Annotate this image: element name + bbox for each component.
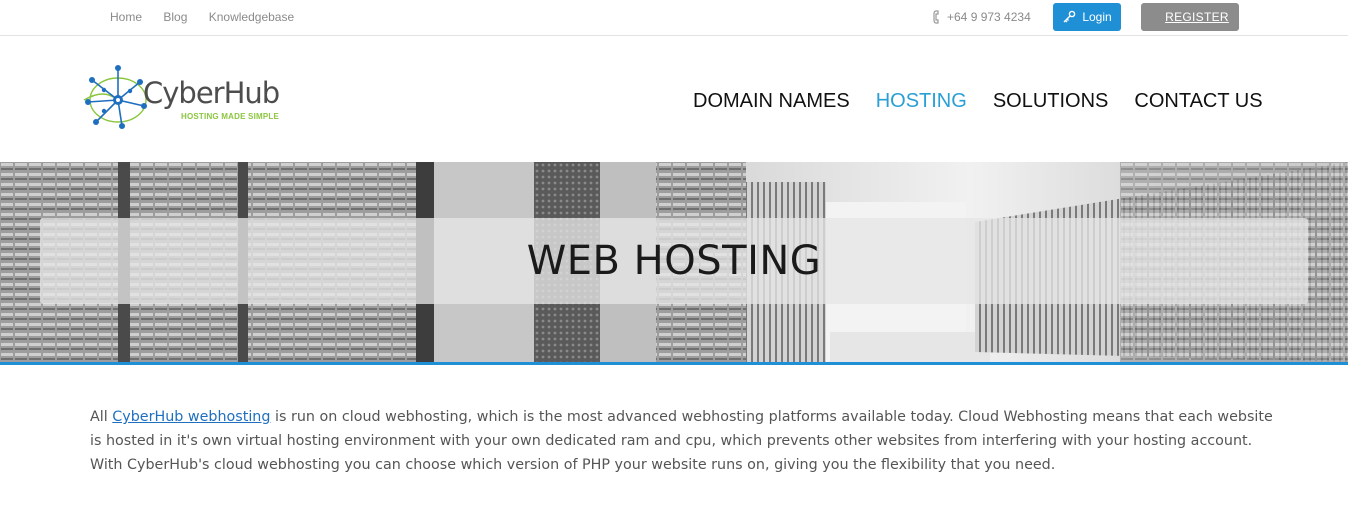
key-icon bbox=[1063, 10, 1076, 23]
phone-number: +64 9 973 4234 bbox=[933, 10, 1031, 24]
hero-banner: WEB HOSTING bbox=[0, 162, 1348, 365]
top-links: Home Blog Knowledgebase bbox=[110, 10, 312, 24]
nav-item-hosting[interactable]: HOSTING bbox=[876, 90, 967, 113]
cyberhub-webhosting-link[interactable]: CyberHub webhosting bbox=[112, 409, 270, 425]
login-button[interactable]: Login bbox=[1053, 3, 1121, 31]
page-title: WEB HOSTING bbox=[526, 238, 822, 284]
logo-tagline: HOSTING MADE SIMPLE bbox=[181, 112, 280, 121]
top-link-knowledgebase[interactable]: Knowledgebase bbox=[209, 10, 294, 24]
top-bar: Home Blog Knowledgebase +64 9 973 4234 L… bbox=[0, 0, 1348, 36]
top-link-blog[interactable]: Blog bbox=[163, 10, 187, 24]
phone-text: +64 9 973 4234 bbox=[947, 10, 1031, 24]
top-link-home[interactable]: Home bbox=[110, 10, 142, 24]
nav-item-contact-us[interactable]: CONTACT US bbox=[1134, 90, 1262, 113]
network-logo-icon bbox=[83, 65, 147, 129]
banner-title-box: WEB HOSTING bbox=[40, 218, 1308, 304]
main-nav: DOMAIN NAMES HOSTING SOLUTIONS CONTACT U… bbox=[693, 90, 1263, 113]
register-label: REGISTER bbox=[1165, 10, 1229, 24]
logo-name: CyberHub bbox=[143, 76, 280, 110]
nav-item-solutions[interactable]: SOLUTIONS bbox=[993, 90, 1109, 113]
register-button[interactable]: REGISTER bbox=[1141, 3, 1239, 31]
nav-item-domain-names[interactable]: DOMAIN NAMES bbox=[693, 90, 850, 113]
intro-paragraph: All CyberHub webhosting is run on cloud … bbox=[90, 405, 1275, 477]
login-label: Login bbox=[1082, 10, 1112, 24]
cyberhub-logo[interactable]: CyberHub HOSTING MADE SIMPLE bbox=[78, 62, 288, 130]
intro-text-start: All bbox=[90, 409, 113, 425]
phone-icon bbox=[933, 10, 939, 24]
